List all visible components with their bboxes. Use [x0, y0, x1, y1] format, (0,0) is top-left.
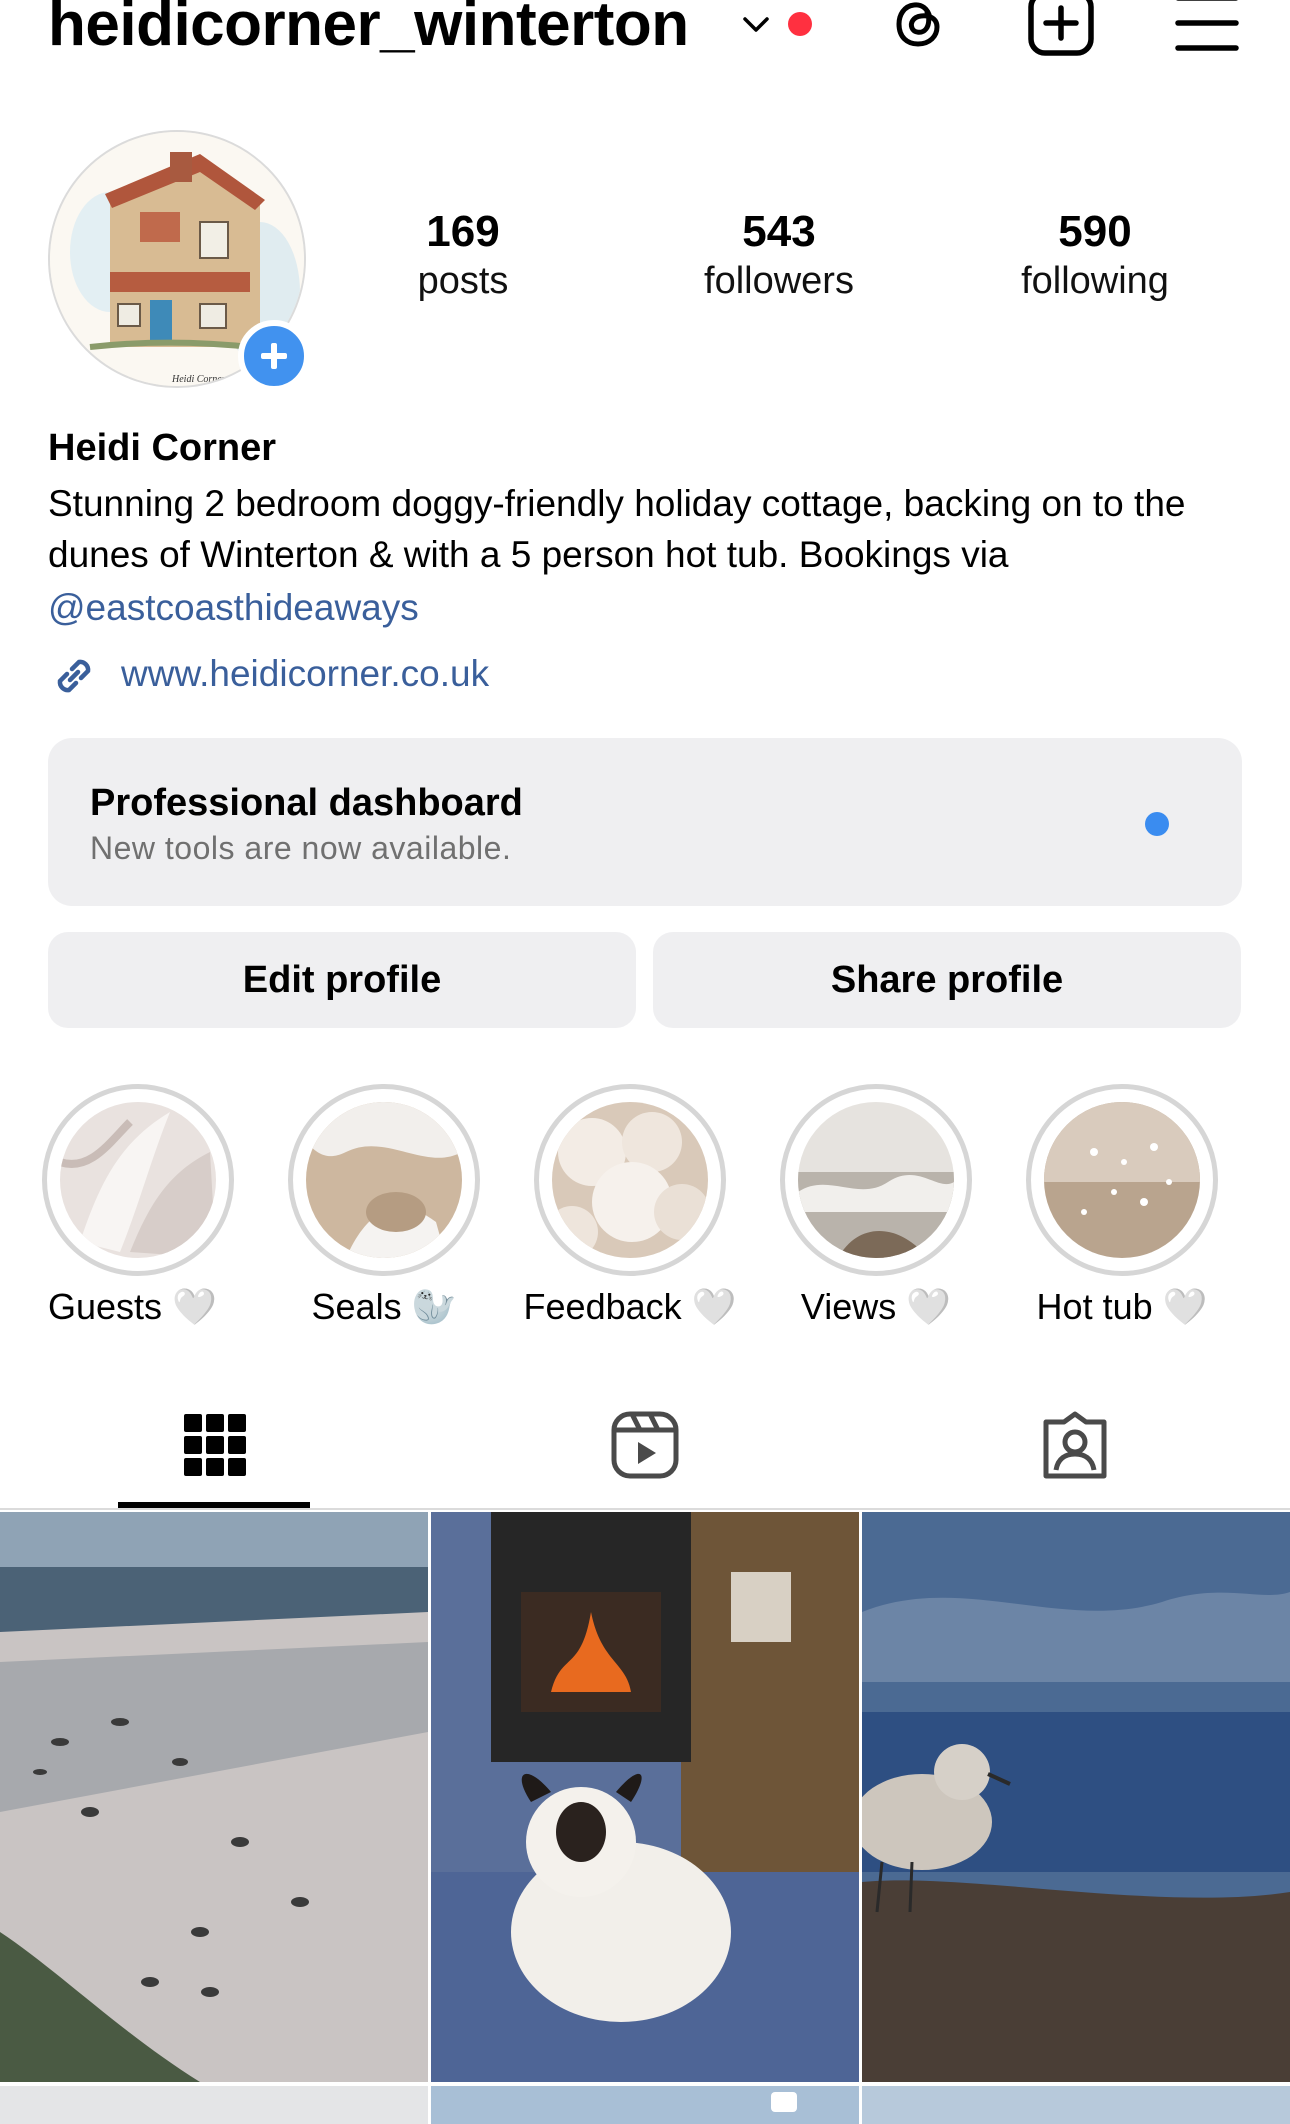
stat-followers-label: followers	[704, 260, 854, 302]
grid-icon	[184, 1414, 246, 1476]
post-thumbnail-sanderling[interactable]	[862, 1512, 1290, 2082]
stat-followers[interactable]: 543 followers	[659, 206, 899, 304]
bio-text: Stunning 2 bedroom doggy-friendly holida…	[48, 483, 1186, 575]
threads-icon[interactable]	[884, 0, 954, 58]
display-name: Heidi Corner	[48, 427, 277, 469]
post-thumbnail-seals-beach[interactable]	[0, 1512, 428, 2082]
website-link[interactable]: www.heidicorner.co.uk	[121, 648, 489, 700]
stat-following-label: following	[1021, 260, 1169, 302]
dashboard-subtitle: New tools are now available.	[90, 830, 512, 866]
stat-following-value: 590	[1058, 207, 1132, 256]
share-profile-button[interactable]: Share profile	[653, 932, 1241, 1028]
chevron-down-icon[interactable]	[738, 6, 774, 42]
reels-icon	[611, 1411, 679, 1479]
add-story-icon[interactable]	[238, 320, 310, 392]
create-post-icon[interactable]	[1026, 0, 1096, 58]
tab-divider	[0, 1508, 1290, 1510]
dashboard-new-dot	[1145, 812, 1169, 836]
highlight-cover	[1044, 1102, 1200, 1258]
highlight-cover	[798, 1102, 954, 1258]
bio-mention-link[interactable]: @eastcoasthideaways	[48, 582, 419, 633]
tab-tagged[interactable]	[860, 1408, 1290, 1508]
dashboard-title: Professional dashboard	[90, 782, 523, 824]
highlight-label: Seals 🦭	[311, 1286, 457, 1327]
highlight-label: Hot tub 🤍	[1036, 1286, 1208, 1327]
post-thumbnail-row2-2[interactable]	[431, 2086, 859, 2124]
top-bar: heidicorner_winterton	[0, 0, 1290, 78]
highlight-cover	[306, 1102, 462, 1258]
tab-posts-grid[interactable]	[0, 1408, 430, 1508]
stat-posts-label: posts	[417, 260, 509, 302]
highlight-label: Feedback 🤍	[523, 1286, 737, 1327]
svg-text:Heidi Corner: Heidi Corner	[171, 374, 226, 385]
avatar[interactable]: Heidi Corner	[48, 130, 310, 392]
tagged-icon	[1043, 1411, 1107, 1479]
professional-dashboard-card[interactable]: Professional dashboard New tools are now…	[48, 738, 1242, 906]
stat-followers-value: 543	[742, 207, 816, 256]
tab-reels[interactable]	[430, 1408, 860, 1508]
stat-posts-value: 169	[426, 207, 500, 256]
post-thumbnail-row2-3[interactable]	[862, 2086, 1290, 2124]
highlight-cover	[552, 1102, 708, 1258]
menu-icon[interactable]	[1172, 0, 1242, 58]
highlight-label: Views 🤍	[800, 1286, 952, 1327]
stat-following[interactable]: 590 following	[975, 206, 1215, 304]
notification-dot	[788, 12, 812, 36]
edit-profile-button[interactable]: Edit profile	[48, 932, 636, 1028]
username-title[interactable]: heidicorner_winterton	[48, 0, 689, 58]
link-icon	[57, 659, 91, 693]
stat-posts[interactable]: 169 posts	[343, 206, 583, 304]
post-thumbnail-row2-1[interactable]	[0, 2086, 428, 2124]
post-thumbnail-dog-fireplace[interactable]	[431, 1512, 859, 2082]
highlight-cover	[60, 1102, 216, 1258]
